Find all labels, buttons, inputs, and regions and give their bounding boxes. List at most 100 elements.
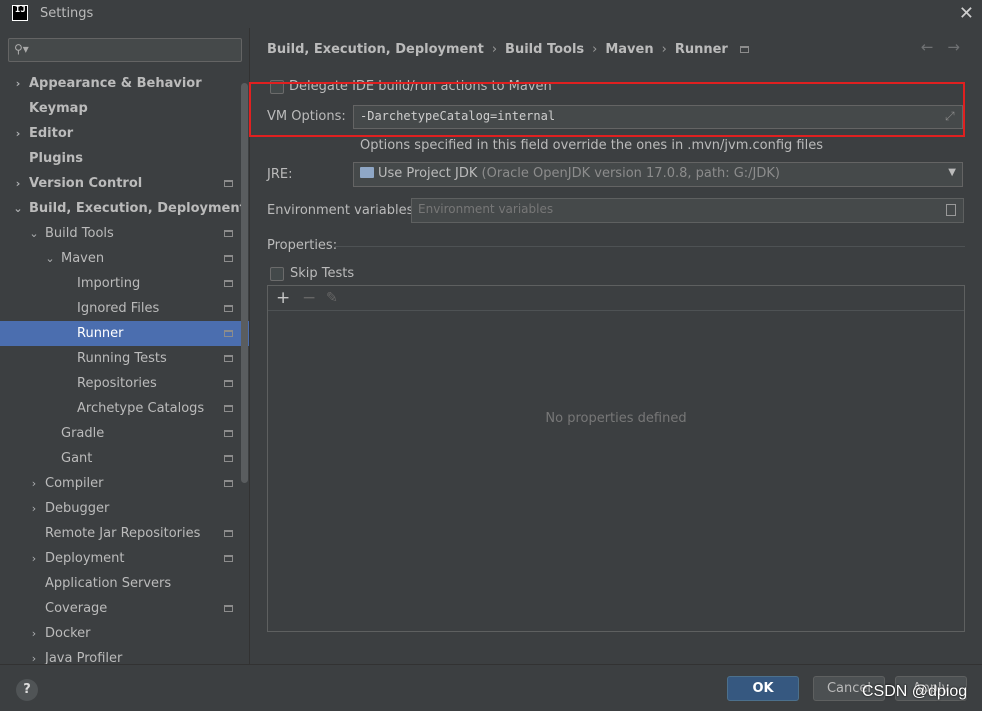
sidebar-item[interactable]: › Appearance & Behavior [0, 71, 249, 96]
sidebar-item[interactable]: Keymap [0, 96, 249, 121]
chevron-right-icon[interactable]: › [29, 496, 39, 521]
sidebar-item[interactable]: Repositories [0, 371, 249, 396]
chevron-right-icon[interactable]: › [13, 171, 23, 196]
sidebar-scrollbar[interactable] [241, 83, 248, 483]
forward-arrow-icon[interactable]: → [947, 38, 974, 56]
sidebar-item[interactable]: ⌄ Build Tools [0, 221, 249, 246]
project-settings-icon [224, 305, 233, 312]
breadcrumb-separator: › [661, 42, 667, 57]
chevron-right-icon[interactable]: › [13, 121, 23, 146]
sidebar-item[interactable]: Application Servers [0, 571, 249, 596]
jre-dropdown[interactable]: Use Project JDK (Oracle OpenJDK version … [353, 162, 963, 187]
sidebar-item-label: Coverage [45, 601, 108, 616]
vm-options-label: VM Options: [267, 109, 346, 124]
add-icon[interactable]: + [276, 288, 290, 308]
breadcrumb-item[interactable]: Build Tools [505, 42, 584, 57]
sidebar-item[interactable]: Ignored Files [0, 296, 249, 321]
sidebar-item[interactable]: › Compiler [0, 471, 249, 496]
settings-sidebar: ⚲▾ › Appearance & Behavior Keymap › Editor Pl… [0, 28, 250, 664]
project-settings-icon [224, 605, 233, 612]
sidebar-item[interactable]: Runner [0, 321, 249, 346]
watermark: CSDN @dpiog [862, 683, 968, 700]
chevron-down-icon: ▼ [948, 167, 956, 178]
empty-state-text: No properties defined [545, 411, 687, 426]
project-settings-icon [224, 555, 233, 562]
env-variables-label: Environment variables: [267, 203, 418, 218]
project-settings-icon [224, 480, 233, 487]
sidebar-item[interactable]: Remote Jar Repositories [0, 521, 249, 546]
project-settings-icon [224, 230, 233, 237]
delegate-option[interactable]: Delegate IDE build/run actions to Maven [270, 79, 552, 94]
chevron-down-icon[interactable]: ⌄ [13, 196, 23, 221]
ok-button[interactable]: OK [727, 676, 799, 701]
skip-tests-checkbox[interactable] [270, 266, 284, 281]
delegate-checkbox[interactable] [270, 79, 284, 94]
sidebar-item[interactable]: › Docker [0, 621, 249, 646]
sidebar-item[interactable]: ⌄ Build, Execution, Deployment [0, 196, 249, 221]
help-button[interactable]: ? [16, 679, 38, 701]
document-icon[interactable] [946, 204, 956, 216]
project-settings-icon [224, 330, 233, 337]
edit-icon[interactable]: ✎ [326, 290, 338, 306]
search-input[interactable] [37, 41, 237, 59]
close-icon[interactable]: ✕ [959, 3, 974, 24]
chevron-down-icon[interactable]: ⌄ [45, 246, 55, 271]
project-settings-icon [224, 455, 233, 462]
sidebar-item-label: Java Profiler [45, 651, 123, 664]
chevron-right-icon[interactable]: › [13, 71, 23, 96]
skip-tests-option[interactable]: Skip Tests [270, 266, 354, 281]
project-settings-icon [224, 180, 233, 187]
env-variables-placeholder: Environment variables [418, 202, 554, 216]
sidebar-item[interactable]: › Debugger [0, 496, 249, 521]
sidebar-item-label: Ignored Files [77, 301, 160, 316]
sidebar-item-label: Repositories [77, 376, 157, 391]
breadcrumb-item: Runner [674, 42, 728, 57]
project-settings-icon [224, 255, 233, 262]
sidebar-item-label: Build, Execution, Deployment [29, 201, 246, 216]
project-settings-icon [224, 530, 233, 537]
sidebar-item-label: Archetype Catalogs [77, 401, 205, 416]
intellij-logo-icon: IJ [12, 5, 28, 21]
search-box[interactable]: ⚲▾ [8, 38, 242, 62]
search-icon: ⚲▾ [14, 42, 29, 56]
vm-options-input[interactable]: -DarchetypeCatalog=internal [353, 105, 963, 129]
properties-label: Properties: [267, 238, 338, 253]
window-title: Settings [40, 6, 94, 21]
chevron-right-icon[interactable]: › [29, 621, 39, 646]
chevron-right-icon[interactable]: › [29, 471, 39, 496]
sidebar-item-label: Maven [61, 251, 105, 266]
sidebar-item-label: Importing [77, 276, 141, 291]
folder-icon [360, 167, 374, 178]
expand-icon[interactable]: ⤢ [945, 109, 955, 124]
properties-divider [335, 246, 965, 247]
remove-icon[interactable]: − [302, 288, 316, 308]
sidebar-item[interactable]: ⌄ Maven [0, 246, 249, 271]
sidebar-item[interactable]: Importing [0, 271, 249, 296]
chevron-right-icon[interactable]: › [29, 546, 39, 571]
sidebar-item[interactable]: Coverage [0, 596, 249, 621]
sidebar-item[interactable]: Gant [0, 446, 249, 471]
sidebar-item-label: Keymap [29, 101, 88, 116]
breadcrumb-item[interactable]: Build, Execution, Deployment [267, 42, 484, 57]
jre-detail: (Oracle OpenJDK version 17.0.8, path: G:… [481, 166, 780, 181]
sidebar-item-label: Application Servers [45, 576, 172, 591]
env-variables-input[interactable]: Environment variables [411, 198, 964, 223]
chevron-down-icon[interactable]: ⌄ [29, 221, 39, 246]
sidebar-item[interactable]: › Java Profiler [0, 646, 249, 664]
sidebar-item-label: Compiler [45, 476, 104, 491]
properties-table: + − ✎ No properties defined [267, 285, 965, 632]
sidebar-item[interactable]: Running Tests [0, 346, 249, 371]
sidebar-item[interactable]: Plugins [0, 146, 249, 171]
sidebar-item-label: Deployment [45, 551, 125, 566]
sidebar-item-label: Plugins [29, 151, 83, 166]
sidebar-item[interactable]: › Deployment [0, 546, 249, 571]
sidebar-item[interactable]: › Editor [0, 121, 249, 146]
settings-content: Build, Execution, Deployment › Build Tools… [249, 28, 982, 664]
back-arrow-icon[interactable]: ← [921, 38, 948, 56]
sidebar-item[interactable]: Archetype Catalogs [0, 396, 249, 421]
sidebar-item[interactable]: Gradle [0, 421, 249, 446]
sidebar-item-label: Running Tests [77, 351, 167, 366]
breadcrumb-item[interactable]: Maven [605, 42, 653, 57]
sidebar-item[interactable]: › Version Control [0, 171, 249, 196]
chevron-right-icon[interactable]: › [29, 646, 39, 664]
